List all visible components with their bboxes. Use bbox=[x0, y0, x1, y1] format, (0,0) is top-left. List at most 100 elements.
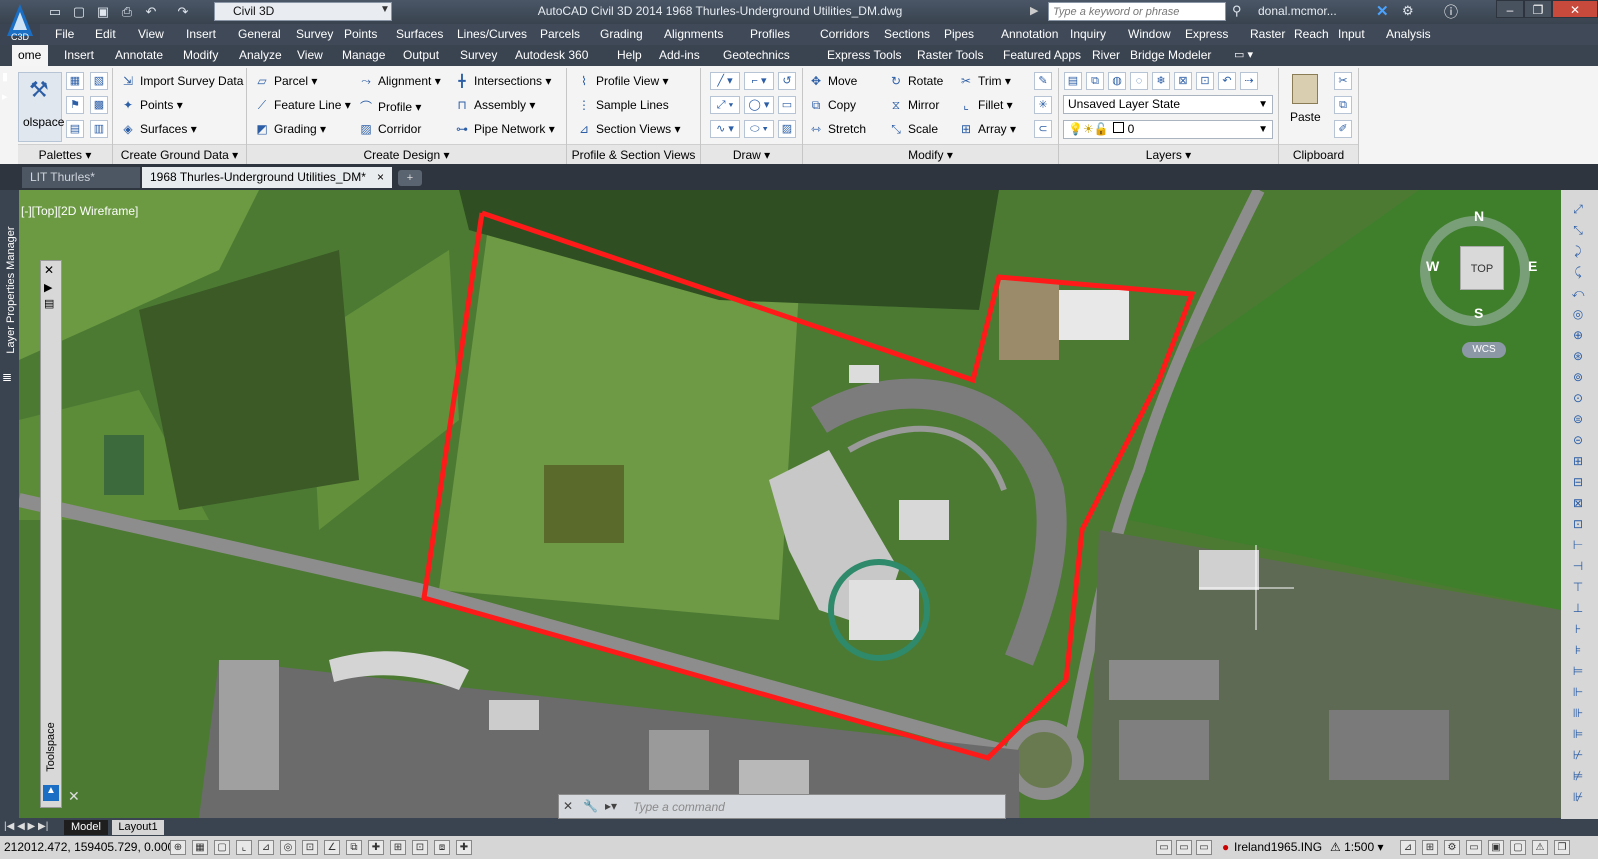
parcel-button[interactable]: ▱ Parcel ▾ bbox=[254, 74, 317, 88]
tab-output[interactable]: Output bbox=[403, 48, 439, 62]
regen-icon[interactable]: ⊢ bbox=[1567, 538, 1589, 554]
model-space-icon[interactable]: ▭ bbox=[1156, 840, 1172, 855]
expand-search-icon[interactable]: ▶ bbox=[1030, 4, 1038, 17]
layer-match-icon[interactable]: ⧉ bbox=[1086, 72, 1104, 90]
close-icon[interactable]: ✕ bbox=[44, 263, 54, 277]
panel-label-palettes[interactable]: Palettes ▾ bbox=[18, 144, 112, 164]
connect-icon[interactable]: ⚙ bbox=[1402, 3, 1414, 19]
survey-icon[interactable]: ⚑ bbox=[66, 96, 84, 114]
toolspace-palette[interactable]: ✕ ▶ ▤ Toolspace ▲ bbox=[40, 260, 62, 808]
tab-home[interactable]: ome bbox=[12, 45, 48, 66]
profile-button[interactable]: ⌒ Profile ▾ bbox=[358, 98, 421, 114]
close-icon[interactable]: ✕ bbox=[563, 799, 573, 813]
binoculars-icon[interactable]: ⚲ bbox=[1232, 3, 1242, 19]
alignment-button[interactable]: ⤳ Alignment ▾ bbox=[358, 74, 441, 88]
settings-icon[interactable]: ▧ bbox=[90, 72, 108, 90]
restore-button[interactable]: ❐ bbox=[1524, 0, 1552, 18]
tab-view[interactable]: View bbox=[297, 48, 323, 62]
layer-palette-icon[interactable]: ≣ bbox=[2, 370, 18, 386]
line-icon[interactable]: ╱ ▾ bbox=[710, 72, 740, 90]
open-icon[interactable]: ▢ bbox=[70, 3, 88, 20]
drawing-viewport[interactable] bbox=[19, 190, 1561, 818]
steering-wheel-icon[interactable]: ⤹ bbox=[1567, 265, 1589, 281]
globe-icon[interactable]: ◎ bbox=[1567, 307, 1589, 323]
grading-button[interactable]: ◩ Grading ▾ bbox=[254, 122, 326, 136]
menu-window[interactable]: Window bbox=[1128, 27, 1171, 41]
copy-clip-icon[interactable]: ⧉ bbox=[1334, 96, 1352, 114]
layer-state-dropdown[interactable]: Unsaved Layer State ▼ bbox=[1063, 95, 1273, 114]
tab-geotechnics[interactable]: Geotechnics bbox=[723, 48, 790, 62]
ellipse-icon[interactable]: ⬭ ▾ bbox=[744, 120, 774, 138]
menu-pipes[interactable]: Pipes bbox=[944, 27, 974, 41]
viewport-label[interactable]: [-][Top][2D Wireframe] bbox=[21, 204, 138, 218]
layer-properties-icon[interactable]: ▤ bbox=[1064, 72, 1082, 90]
layer-off-icon[interactable]: ◌ bbox=[1130, 72, 1148, 90]
tab-add-ins[interactable]: Add-ins bbox=[659, 48, 700, 62]
otrack-icon[interactable]: ∠ bbox=[324, 840, 340, 855]
tab-manage[interactable]: Manage bbox=[342, 48, 385, 62]
zoom-object-icon[interactable]: ⊙ bbox=[1567, 391, 1589, 407]
command-line[interactable]: ✕ 🔧 ▸▾ Type a command bbox=[558, 794, 1006, 819]
dynamic-input-icon[interactable]: ✚ bbox=[368, 840, 384, 855]
mirror-button[interactable]: ⧖ Mirror bbox=[888, 98, 940, 112]
auto-hide-icon[interactable]: ▶ bbox=[44, 281, 52, 294]
rotate-button[interactable]: ↻ Rotate bbox=[888, 74, 943, 88]
search-input[interactable]: Type a keyword or phrase bbox=[1048, 2, 1226, 21]
showmotion-icon[interactable]: ⤺ bbox=[1567, 286, 1589, 302]
toolbox-icon[interactable]: ▩ bbox=[90, 96, 108, 114]
wcs-menu[interactable]: WCS bbox=[1462, 342, 1506, 358]
tab-featured-apps[interactable]: Featured Apps bbox=[1003, 48, 1081, 62]
panel-label-create-ground-data[interactable]: Create Ground Data ▾ bbox=[113, 144, 246, 164]
menu-analysis[interactable]: Analysis bbox=[1386, 27, 1431, 41]
rotate-curve-icon[interactable]: ↺ bbox=[778, 72, 796, 90]
points-button[interactable]: ✦ Points ▾ bbox=[120, 98, 183, 112]
tab-modify[interactable]: Modify bbox=[183, 48, 218, 62]
quick-view-drawings-icon[interactable]: ▭ bbox=[1196, 840, 1212, 855]
tab-model[interactable]: Model bbox=[64, 820, 108, 835]
layer-isolate-icon[interactable]: ◍ bbox=[1108, 72, 1126, 90]
quick-properties-icon[interactable]: ⧈ bbox=[434, 840, 450, 855]
zoom-realtime-icon[interactable]: ⊚ bbox=[1567, 370, 1589, 386]
layer-properties-tab[interactable]: Layer Properties Manager bbox=[2, 196, 18, 392]
move-button[interactable]: ✥ Move bbox=[808, 74, 857, 88]
menu-grading[interactable]: Grading bbox=[600, 27, 643, 41]
zoom-in-icon[interactable]: ⊞ bbox=[1567, 454, 1589, 470]
doc-tab-active[interactable]: 1968 Thurles-Underground Utilities_DM* × bbox=[142, 167, 392, 188]
auto-scale-icon[interactable]: ⊞ bbox=[1422, 840, 1438, 855]
panel-label-layers[interactable]: Layers ▾ bbox=[1059, 144, 1278, 164]
tab-raster-tools[interactable]: Raster Tools bbox=[917, 48, 983, 62]
doc-tab-lit-thurles[interactable]: LIT Thurles* bbox=[22, 167, 140, 188]
menu-raster[interactable]: Raster bbox=[1250, 27, 1285, 41]
pan-icon[interactable]: ⤢ bbox=[1567, 202, 1589, 218]
close-icon[interactable]: × bbox=[377, 167, 384, 188]
menu-inquiry[interactable]: Inquiry bbox=[1070, 27, 1106, 41]
toolspace-button[interactable]: ⚒ olspace bbox=[18, 72, 64, 142]
pipe-network-button[interactable]: ⊶ Pipe Network ▾ bbox=[454, 122, 555, 136]
selection-cycling-icon[interactable]: ✚ bbox=[456, 840, 472, 855]
redraw-icon[interactable]: ⊣ bbox=[1567, 559, 1589, 575]
properties-icon[interactable]: ▤ bbox=[66, 120, 84, 138]
current-layer-dropdown[interactable]: 💡☀🔓 0 ▼ bbox=[1063, 120, 1273, 139]
tab-analyze[interactable]: Analyze bbox=[239, 48, 282, 62]
tab-river[interactable]: River bbox=[1092, 48, 1120, 62]
command-input[interactable]: Type a command bbox=[633, 800, 725, 814]
cut-icon[interactable]: ✂ bbox=[1334, 72, 1352, 90]
zoom-dynamic-icon[interactable]: ⊡ bbox=[1567, 517, 1589, 533]
menu-view[interactable]: View bbox=[138, 27, 164, 41]
tab-express-tools[interactable]: Express Tools bbox=[827, 48, 901, 62]
render-icon[interactable]: ⊩ bbox=[1567, 685, 1589, 701]
rectangle-icon[interactable]: ▭ bbox=[778, 96, 796, 114]
menu-sections[interactable]: Sections bbox=[884, 27, 930, 41]
undo-icon[interactable]: ↶ bbox=[142, 3, 160, 20]
panel-label-profile-section-views[interactable]: Profile & Section Views bbox=[567, 144, 700, 164]
tab-layout1[interactable]: Layout1 bbox=[112, 820, 164, 835]
annotation-visibility-icon[interactable]: ⊿ bbox=[1400, 840, 1416, 855]
scale-button[interactable]: ⤡ Scale bbox=[888, 122, 938, 136]
annotation-scale[interactable]: ⚠ 1:500 ▾ bbox=[1330, 840, 1383, 854]
construction-line-icon[interactable]: ⤢ ▾ bbox=[710, 96, 740, 114]
surfaces-button[interactable]: ◈ Surfaces ▾ bbox=[120, 122, 196, 136]
polyline-icon[interactable]: ⌐ ▾ bbox=[744, 72, 774, 90]
polar-icon[interactable]: ⊿ bbox=[258, 840, 274, 855]
area-icon[interactable]: ⊭ bbox=[1567, 769, 1589, 785]
viewcube-top[interactable]: TOP bbox=[1460, 246, 1504, 290]
